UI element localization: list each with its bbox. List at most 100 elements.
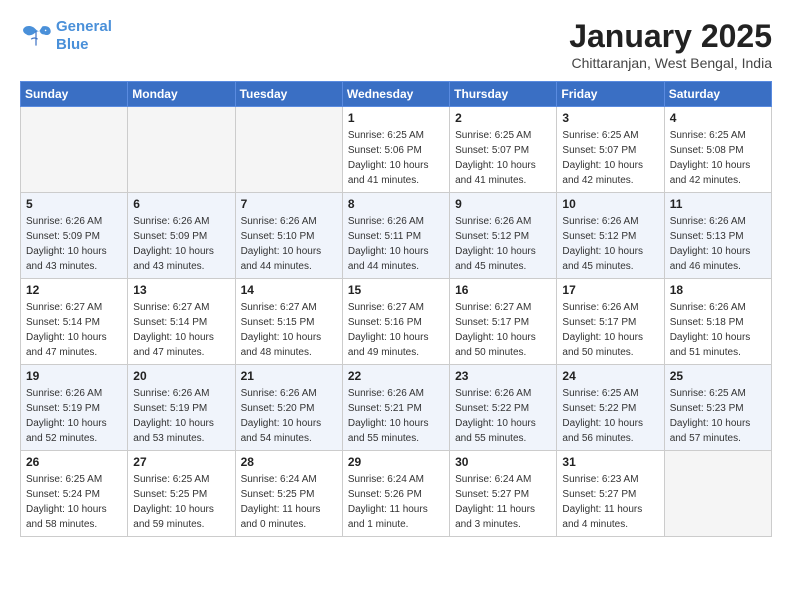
day-info: Sunrise: 6:25 AM Sunset: 5:23 PM Dayligh… <box>670 386 766 446</box>
calendar-day-cell: 5 Sunrise: 6:26 AM Sunset: 5:09 PM Daylig… <box>21 193 128 279</box>
day-number: 2 <box>455 111 551 125</box>
calendar-day-cell: 19 Sunrise: 6:26 AM Sunset: 5:19 PM Dayli… <box>21 365 128 451</box>
day-info: Sunrise: 6:26 AM Sunset: 5:19 PM Dayligh… <box>133 386 229 446</box>
day-number: 24 <box>562 369 658 383</box>
calendar-day-cell: 22 Sunrise: 6:26 AM Sunset: 5:21 PM Dayli… <box>342 365 449 451</box>
calendar-day-cell: 15Sunrise: 6:27 AM Sunset: 5:16 PM Dayli… <box>342 279 449 365</box>
calendar-week-row: 1 Sunrise: 6:25 AM Sunset: 5:06 PM Daylig… <box>21 107 772 193</box>
day-number: 21 <box>241 369 337 383</box>
day-number: 9 <box>455 197 551 211</box>
calendar-day-cell: 24 Sunrise: 6:25 AM Sunset: 5:22 PM Dayli… <box>557 365 664 451</box>
calendar-day-cell: 3 Sunrise: 6:25 AM Sunset: 5:07 PM Daylig… <box>557 107 664 193</box>
logo-icon <box>20 22 52 50</box>
day-number: 19 <box>26 369 122 383</box>
day-number: 15 <box>348 283 444 297</box>
day-info: Sunrise: 6:26 AM Sunset: 5:21 PM Dayligh… <box>348 386 444 446</box>
day-info: Sunrise: 6:27 AM Sunset: 5:15 PM Dayligh… <box>241 300 337 360</box>
day-number: 18 <box>670 283 766 297</box>
calendar-day-cell: 20 Sunrise: 6:26 AM Sunset: 5:19 PM Dayli… <box>128 365 235 451</box>
calendar-day-cell <box>664 451 771 537</box>
day-number: 23 <box>455 369 551 383</box>
weekday-header-wednesday: Wednesday <box>342 82 449 107</box>
day-info: Sunrise: 6:26 AM Sunset: 5:09 PM Dayligh… <box>133 214 229 274</box>
calendar-day-cell: 14 Sunrise: 6:27 AM Sunset: 5:15 PM Dayli… <box>235 279 342 365</box>
day-info: Sunrise: 6:26 AM Sunset: 5:22 PM Dayligh… <box>455 386 551 446</box>
calendar-day-cell <box>235 107 342 193</box>
day-number: 25 <box>670 369 766 383</box>
day-info: Sunrise: 6:26 AM Sunset: 5:13 PM Dayligh… <box>670 214 766 274</box>
calendar-day-cell: 31Sunrise: 6:23 AM Sunset: 5:27 PM Dayli… <box>557 451 664 537</box>
day-info: Sunrise: 6:27 AM Sunset: 5:14 PM Dayligh… <box>133 300 229 360</box>
day-info: Sunrise: 6:26 AM Sunset: 5:12 PM Dayligh… <box>562 214 658 274</box>
day-info: Sunrise: 6:26 AM Sunset: 5:20 PM Dayligh… <box>241 386 337 446</box>
calendar-day-cell: 7 Sunrise: 6:26 AM Sunset: 5:10 PM Daylig… <box>235 193 342 279</box>
calendar-week-row: 19 Sunrise: 6:26 AM Sunset: 5:19 PM Dayli… <box>21 365 772 451</box>
day-info: Sunrise: 6:26 AM Sunset: 5:09 PM Dayligh… <box>26 214 122 274</box>
day-number: 8 <box>348 197 444 211</box>
day-number: 20 <box>133 369 229 383</box>
calendar-table: SundayMondayTuesdayWednesdayThursdayFrid… <box>20 81 772 537</box>
logo: General Blue <box>20 18 112 54</box>
day-number: 12 <box>26 283 122 297</box>
day-number: 26 <box>26 455 122 469</box>
day-info: Sunrise: 6:25 AM Sunset: 5:25 PM Dayligh… <box>133 472 229 532</box>
title-block: January 2025 Chittaranjan, West Bengal, … <box>569 18 772 71</box>
day-number: 13 <box>133 283 229 297</box>
calendar-day-cell: 30Sunrise: 6:24 AM Sunset: 5:27 PM Dayli… <box>450 451 557 537</box>
day-number: 3 <box>562 111 658 125</box>
calendar-day-cell: 27 Sunrise: 6:25 AM Sunset: 5:25 PM Dayli… <box>128 451 235 537</box>
day-number: 17 <box>562 283 658 297</box>
weekday-header-friday: Friday <box>557 82 664 107</box>
day-number: 27 <box>133 455 229 469</box>
calendar-week-row: 5 Sunrise: 6:26 AM Sunset: 5:09 PM Daylig… <box>21 193 772 279</box>
day-number: 1 <box>348 111 444 125</box>
day-info: Sunrise: 6:25 AM Sunset: 5:08 PM Dayligh… <box>670 128 766 188</box>
day-number: 28 <box>241 455 337 469</box>
day-number: 29 <box>348 455 444 469</box>
calendar-day-cell: 21 Sunrise: 6:26 AM Sunset: 5:20 PM Dayli… <box>235 365 342 451</box>
header: General Blue January 2025 Chittaranjan, … <box>20 18 772 71</box>
weekday-header-saturday: Saturday <box>664 82 771 107</box>
calendar-day-cell <box>21 107 128 193</box>
month-title: January 2025 <box>569 18 772 55</box>
calendar-day-cell <box>128 107 235 193</box>
day-info: Sunrise: 6:26 AM Sunset: 5:17 PM Dayligh… <box>562 300 658 360</box>
day-info: Sunrise: 6:27 AM Sunset: 5:14 PM Dayligh… <box>26 300 122 360</box>
calendar-day-cell: 28Sunrise: 6:24 AM Sunset: 5:25 PM Dayli… <box>235 451 342 537</box>
day-info: Sunrise: 6:26 AM Sunset: 5:10 PM Dayligh… <box>241 214 337 274</box>
day-number: 7 <box>241 197 337 211</box>
weekday-header-thursday: Thursday <box>450 82 557 107</box>
day-number: 11 <box>670 197 766 211</box>
calendar-day-cell: 23 Sunrise: 6:26 AM Sunset: 5:22 PM Dayli… <box>450 365 557 451</box>
weekday-header-monday: Monday <box>128 82 235 107</box>
day-info: Sunrise: 6:25 AM Sunset: 5:24 PM Dayligh… <box>26 472 122 532</box>
calendar-day-cell: 8Sunrise: 6:26 AM Sunset: 5:11 PM Daylig… <box>342 193 449 279</box>
calendar-week-row: 26 Sunrise: 6:25 AM Sunset: 5:24 PM Dayli… <box>21 451 772 537</box>
day-number: 5 <box>26 197 122 211</box>
calendar-day-cell: 6 Sunrise: 6:26 AM Sunset: 5:09 PM Daylig… <box>128 193 235 279</box>
day-info: Sunrise: 6:25 AM Sunset: 5:07 PM Dayligh… <box>562 128 658 188</box>
day-number: 22 <box>348 369 444 383</box>
logo-text: General Blue <box>56 18 112 54</box>
calendar-page: General Blue January 2025 Chittaranjan, … <box>0 0 792 555</box>
calendar-day-cell: 29 Sunrise: 6:24 AM Sunset: 5:26 PM Dayli… <box>342 451 449 537</box>
calendar-day-cell: 12 Sunrise: 6:27 AM Sunset: 5:14 PM Dayli… <box>21 279 128 365</box>
day-info: Sunrise: 6:25 AM Sunset: 5:07 PM Dayligh… <box>455 128 551 188</box>
day-number: 16 <box>455 283 551 297</box>
day-number: 10 <box>562 197 658 211</box>
calendar-day-cell: 9 Sunrise: 6:26 AM Sunset: 5:12 PM Daylig… <box>450 193 557 279</box>
day-number: 6 <box>133 197 229 211</box>
calendar-day-cell: 18Sunrise: 6:26 AM Sunset: 5:18 PM Dayli… <box>664 279 771 365</box>
day-number: 14 <box>241 283 337 297</box>
calendar-week-row: 12 Sunrise: 6:27 AM Sunset: 5:14 PM Dayli… <box>21 279 772 365</box>
day-info: Sunrise: 6:26 AM Sunset: 5:12 PM Dayligh… <box>455 214 551 274</box>
day-number: 30 <box>455 455 551 469</box>
calendar-day-cell: 26 Sunrise: 6:25 AM Sunset: 5:24 PM Dayli… <box>21 451 128 537</box>
day-number: 4 <box>670 111 766 125</box>
calendar-day-cell: 13 Sunrise: 6:27 AM Sunset: 5:14 PM Dayli… <box>128 279 235 365</box>
day-info: Sunrise: 6:25 AM Sunset: 5:06 PM Dayligh… <box>348 128 444 188</box>
day-info: Sunrise: 6:25 AM Sunset: 5:22 PM Dayligh… <box>562 386 658 446</box>
weekday-header-row: SundayMondayTuesdayWednesdayThursdayFrid… <box>21 82 772 107</box>
day-info: Sunrise: 6:24 AM Sunset: 5:26 PM Dayligh… <box>348 472 444 532</box>
day-info: Sunrise: 6:26 AM Sunset: 5:19 PM Dayligh… <box>26 386 122 446</box>
